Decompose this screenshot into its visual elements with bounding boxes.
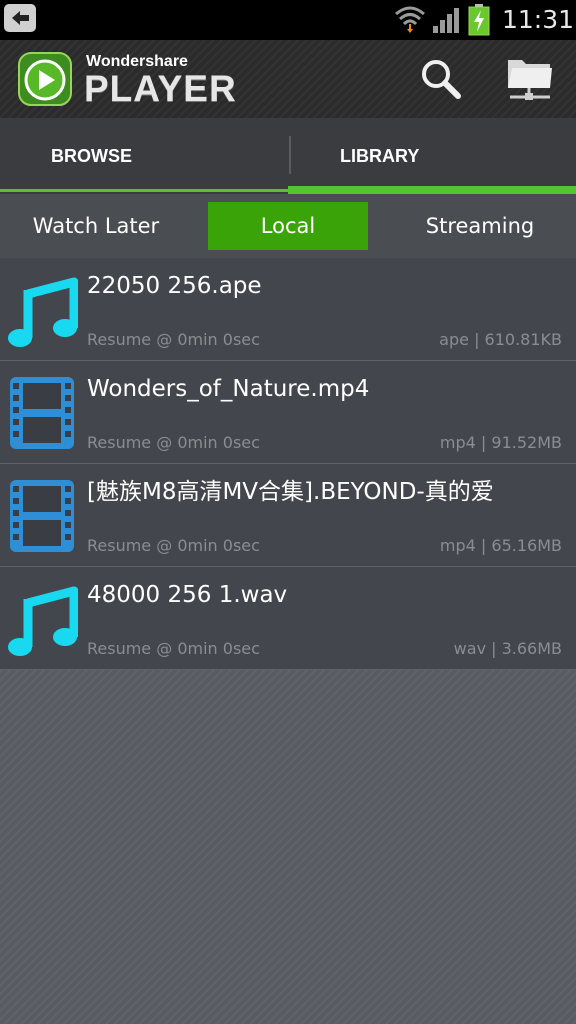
subtab-streaming[interactable]: Streaming [384, 202, 576, 250]
item-title: Wonders_of_Nature.mp4 [87, 376, 370, 402]
item-resume: Resume @ 0min 0sec [87, 330, 260, 349]
back-icon[interactable] [4, 4, 36, 32]
signal-icon [432, 6, 462, 34]
tab-library-indicator [288, 186, 576, 194]
item-title: 48000 256 1.wav [87, 582, 288, 608]
tab-browse-underline [0, 189, 288, 192]
app-header: Wondershare PLAYER [0, 40, 576, 118]
subtab-local[interactable]: Local [208, 202, 368, 250]
item-meta: ape | 610.81KB [439, 330, 562, 349]
item-resume: Resume @ 0min 0sec [87, 639, 260, 658]
item-meta: wav | 3.66MB [453, 639, 562, 658]
list-item[interactable]: 48000 256 1.wav Resume @ 0min 0sec wav |… [0, 567, 576, 670]
list-item[interactable]: 22050 256.ape Resume @ 0min 0sec ape | 6… [0, 258, 576, 361]
player-logo-icon [18, 52, 72, 106]
brand-title: PLAYER [84, 68, 237, 109]
media-list: 22050 256.ape Resume @ 0min 0sec ape | 6… [0, 258, 576, 670]
subtab-watch-later[interactable]: Watch Later [0, 202, 192, 250]
library-subtabs: Watch Later Local Streaming [0, 194, 576, 258]
list-item[interactable]: [魅族M8高清MV合集].BEYOND-真的爱 Resume @ 0min 0s… [0, 464, 576, 567]
film-icon [6, 476, 78, 556]
clock: 11:31 [501, 5, 574, 34]
list-item[interactable]: Wonders_of_Nature.mp4 Resume @ 0min 0sec… [0, 361, 576, 464]
item-meta: mp4 | 91.52MB [439, 433, 562, 452]
screen: 11:31 Wondershare PLAYER BROWSE LIBRARY … [0, 0, 576, 1024]
battery-charging-icon [468, 4, 490, 36]
item-resume: Resume @ 0min 0sec [87, 536, 260, 555]
item-meta: mp4 | 65.16MB [439, 536, 562, 555]
network-folder-icon[interactable] [504, 54, 556, 102]
search-icon[interactable] [418, 56, 464, 102]
film-icon [6, 373, 78, 453]
tab-library-label: LIBRARY [340, 146, 420, 166]
status-bar: 11:31 [0, 0, 576, 40]
tab-browse-label: BROWSE [51, 146, 132, 166]
item-title: [魅族M8高清MV合集].BEYOND-真的爱 [87, 479, 494, 505]
tab-browse[interactable]: BROWSE [0, 118, 288, 194]
item-title: 22050 256.ape [87, 273, 262, 299]
main-tabs: BROWSE LIBRARY [0, 118, 576, 194]
wifi-icon [394, 4, 426, 36]
music-note-icon [6, 270, 79, 350]
music-note-icon [6, 579, 79, 659]
item-resume: Resume @ 0min 0sec [87, 433, 260, 452]
tab-library[interactable]: LIBRARY [288, 118, 576, 194]
